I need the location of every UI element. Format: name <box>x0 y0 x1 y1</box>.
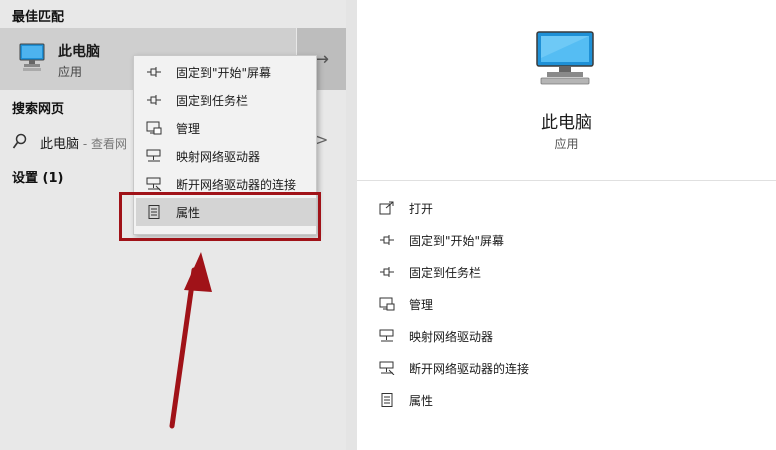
menu-item-label: 管理 <box>176 122 201 136</box>
menu-item-label: 映射网络驱动器 <box>176 150 261 164</box>
this-pc-icon <box>18 42 46 76</box>
detail-subtitle: 应用 <box>554 137 579 151</box>
action-pin-taskbar[interactable]: 固定到任务栏 <box>379 260 759 286</box>
detail-panel: 此电脑 应用 打开 固定到"开始"屏幕 固定到任务栏 管理 映射网络驱动器 断开… <box>357 0 776 450</box>
annotation-arrow <box>169 252 212 429</box>
detail-header: 此电脑 应用 <box>357 0 776 180</box>
chevron-right-icon: > <box>315 130 329 149</box>
disconnect-drive-icon <box>146 177 162 192</box>
action-open[interactable]: 打开 <box>379 196 759 222</box>
action-properties[interactable]: 属性 <box>379 388 759 414</box>
web-search-hint: - 查看网 <box>79 137 127 151</box>
pin-icon <box>379 233 395 247</box>
best-match-heading: 最佳匹配 <box>12 10 65 25</box>
action-label: 打开 <box>409 202 434 216</box>
action-manage[interactable]: 管理 <box>379 292 759 318</box>
action-map-drive[interactable]: 映射网络驱动器 <box>379 324 759 350</box>
detail-title: 此电脑 <box>541 113 592 133</box>
action-pin-start[interactable]: 固定到"开始"屏幕 <box>379 228 759 254</box>
disconnect-drive-icon <box>379 361 395 376</box>
menu-item-pin-taskbar[interactable]: 固定到任务栏 <box>136 86 316 114</box>
action-label: 映射网络驱动器 <box>409 330 494 344</box>
action-label: 固定到"开始"屏幕 <box>409 234 505 248</box>
settings-heading: 设置 (1) <box>12 171 64 186</box>
pin-icon <box>146 65 162 79</box>
network-drive-icon <box>379 329 395 343</box>
detail-actions: 打开 固定到"开始"屏幕 固定到任务栏 管理 映射网络驱动器 断开网络驱动器的连… <box>357 181 776 450</box>
search-icon <box>12 133 28 155</box>
action-disconnect-drive[interactable]: 断开网络驱动器的连接 <box>379 356 759 382</box>
menu-item-manage[interactable]: 管理 <box>136 114 316 142</box>
annotation-highlight-box <box>119 192 321 241</box>
pin-icon <box>379 265 395 279</box>
best-match-type: 应用 <box>58 65 83 79</box>
action-label: 断开网络驱动器的连接 <box>409 362 530 376</box>
menu-item-label: 固定到任务栏 <box>176 94 249 108</box>
properties-icon <box>379 393 395 407</box>
open-icon <box>379 201 395 215</box>
network-drive-icon <box>146 149 162 163</box>
menu-item-label: 固定到"开始"屏幕 <box>176 66 272 80</box>
this-pc-large-icon <box>533 30 597 90</box>
menu-item-label: 断开网络驱动器的连接 <box>176 178 297 192</box>
action-label: 管理 <box>409 298 434 312</box>
action-label: 属性 <box>409 394 434 408</box>
pin-icon <box>146 93 162 107</box>
best-match-name: 此电脑 <box>58 44 100 60</box>
menu-item-pin-start[interactable]: 固定到"开始"屏幕 <box>136 58 316 86</box>
menu-item-map-drive[interactable]: 映射网络驱动器 <box>136 142 316 170</box>
web-search-heading: 搜索网页 <box>12 102 65 117</box>
web-search-term: 此电脑 <box>40 137 80 152</box>
action-label: 固定到任务栏 <box>409 266 482 280</box>
manage-icon <box>146 121 162 135</box>
manage-icon <box>379 297 395 311</box>
